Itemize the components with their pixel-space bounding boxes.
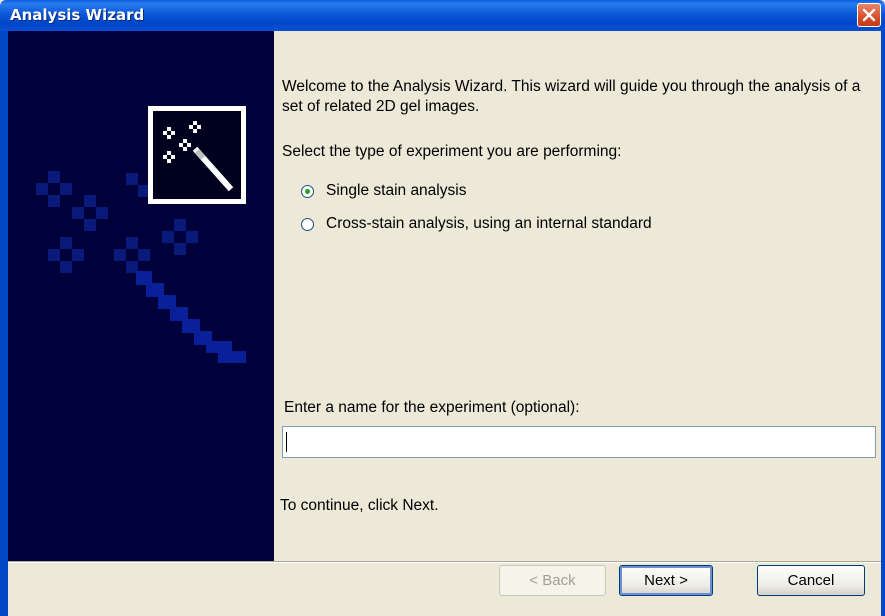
back-button[interactable]: < Back [499, 565, 606, 596]
radio-single-stain[interactable]: Single stain analysis [301, 181, 466, 201]
radio-cross-stain[interactable]: Cross-stain analysis, using an internal … [301, 214, 652, 234]
cancel-button[interactable]: Cancel [757, 565, 865, 596]
analysis-wizard-window: Analysis Wizard Welcome to the Analysis … [0, 0, 885, 616]
experiment-name-label: Enter a name for the experiment (optiona… [284, 399, 580, 416]
experiment-type-label: Select the type of experiment you are pe… [282, 143, 622, 160]
window-frame-left [0, 31, 8, 616]
window-frame-right [881, 31, 885, 616]
footer-divider [8, 561, 881, 563]
text-caret [286, 432, 287, 452]
experiment-name-input[interactable] [282, 426, 876, 458]
wizard-content: Welcome to the Analysis Wizard. This wiz… [274, 31, 881, 561]
radio-label-cross-stain: Cross-stain analysis, using an internal … [326, 215, 652, 232]
magic-wand-icon [148, 106, 246, 204]
next-button[interactable]: Next > [619, 565, 713, 596]
radio-button-unchecked[interactable] [301, 217, 314, 231]
window-title: Analysis Wizard [10, 6, 145, 24]
radio-label-single-stain: Single stain analysis [326, 182, 467, 199]
continue-instruction: To continue, click Next. [280, 497, 439, 514]
title-bar[interactable]: Analysis Wizard [0, 0, 885, 31]
radio-button-checked[interactable] [301, 184, 314, 198]
wizard-side-panel [8, 31, 274, 561]
welcome-text: Welcome to the Analysis Wizard. This wiz… [282, 78, 861, 115]
close-button[interactable] [857, 3, 881, 27]
